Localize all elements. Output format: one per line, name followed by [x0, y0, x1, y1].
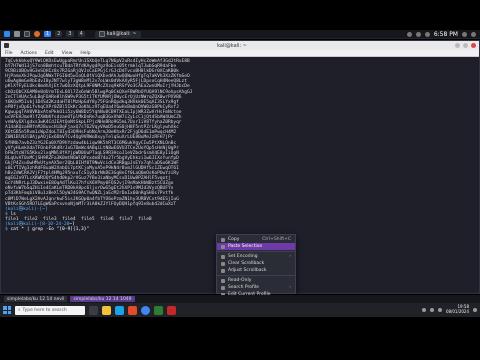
chrome-icon[interactable]: [141, 305, 150, 315]
host-vm-panel: simplelabs/ku 12 14 nevil simplelabs/ku …: [0, 295, 480, 303]
close-button[interactable]: [471, 43, 476, 48]
menu-edit[interactable]: Edit: [45, 51, 54, 56]
window-title: kali@kali: ~: [217, 42, 247, 49]
menu-separator: [217, 275, 295, 276]
search-icon: ⌕: [18, 308, 21, 313]
menu-item-paste-selection[interactable]: Paste Selection: [217, 243, 295, 250]
vm-task-2[interactable]: simplelabs/ku 12 14 1049: [70, 296, 135, 302]
menu-item-set-encoding[interactable]: Set Encoding ›: [217, 253, 295, 260]
menu-item-adjust-scrollback[interactable]: Adjust Scrollback: [217, 267, 295, 274]
windows-start-icon[interactable]: [3, 306, 11, 314]
task-label: kali@kali: ~: [106, 31, 137, 37]
workspace-4[interactable]: 4: [77, 31, 85, 37]
workspace-3[interactable]: 3: [66, 31, 74, 37]
notification-icon[interactable]: [473, 308, 477, 312]
taskbar-clock[interactable]: 19:58 08/01/2024: [446, 305, 469, 314]
browser-launcher-icon[interactable]: [34, 31, 40, 37]
menu-item-read-only[interactable]: Read-Only: [217, 277, 295, 284]
chevron-right-icon: ›: [289, 254, 291, 259]
taskbar-date: 08/01/2024: [445, 309, 469, 314]
office-icon[interactable]: [128, 305, 137, 315]
paste-icon: [221, 244, 225, 249]
lock-icon[interactable]: [462, 31, 467, 37]
task-view-icon[interactable]: [89, 305, 98, 315]
recording-app-icon[interactable]: [167, 305, 176, 315]
maximize-button[interactable]: [463, 43, 468, 48]
network-icon[interactable]: [429, 308, 434, 312]
workspace-2[interactable]: 2: [55, 31, 63, 37]
taskbar-search-box[interactable]: ⌕ Type here to search: [15, 305, 85, 315]
taskbar-terminal-task[interactable]: kali@kali: ~: [94, 30, 141, 38]
vm-task-1[interactable]: simplelabs/ku 12 14 nevil: [4, 296, 68, 302]
tray-chevron-icon[interactable]: [421, 308, 426, 312]
windows-taskbar: ⌕ Type here to search 19:58 08/01/2024: [0, 303, 480, 317]
terminal-menubar: File Actions Edit View Help: [1, 50, 479, 57]
adjust-icon: [221, 268, 225, 273]
vmware-icon[interactable]: [154, 305, 163, 315]
volume-icon[interactable]: [415, 31, 421, 37]
menu-item-label: Search Profile: [228, 285, 259, 290]
base64-output: 7qCvkkbkuQY9WiOKDsEwUgpaRmrUn1SXbQeTLq7N…: [5, 59, 475, 207]
minimize-button[interactable]: [455, 43, 460, 48]
terminal-context-menu: Copy Ctrl+Shift+C Paste Selection Set En…: [216, 234, 296, 297]
menu-item-copy[interactable]: Copy Ctrl+Shift+C: [217, 236, 295, 243]
search-placeholder: Type here to search: [22, 307, 67, 313]
chevron-right-icon: ›: [289, 285, 291, 290]
network-icon[interactable]: [406, 31, 412, 37]
edge-browser-icon[interactable]: [115, 305, 124, 315]
encoding-icon: [221, 254, 225, 259]
notification-icon[interactable]: [424, 31, 430, 37]
menu-item-clear-scrollback[interactable]: Clear Scrollback: [217, 260, 295, 267]
video-letterbox-top: [0, 0, 480, 30]
terminal-launcher-icon[interactable]: [24, 31, 30, 37]
clear-icon: [221, 261, 225, 266]
menu-item-label: Clear Scrollback: [228, 261, 265, 266]
menu-file[interactable]: File: [5, 51, 13, 56]
menu-item-label: Read-Only: [228, 278, 252, 283]
menu-help[interactable]: Help: [80, 51, 90, 56]
power-icon[interactable]: [471, 31, 476, 37]
panel-clock[interactable]: 6:58 PM: [434, 31, 458, 38]
copy-icon: [221, 237, 225, 242]
menu-item-label: Adjust Scrollback: [228, 268, 267, 273]
workspace-1[interactable]: 1: [44, 31, 52, 37]
menu-item-label: Copy: [228, 237, 240, 242]
menu-item-search-profile[interactable]: Search Profile ›: [217, 284, 295, 291]
file-manager-icon[interactable]: [14, 31, 20, 37]
command-text: cat * | grep -Eo "[0-9]{1,3}": [10, 227, 90, 233]
menu-item-shortcut: Ctrl+Shift+C: [262, 237, 291, 242]
volume-icon[interactable]: [437, 308, 442, 312]
menu-separator: [217, 251, 295, 252]
menu-item-label: Set Encoding: [228, 254, 258, 259]
lock-icon: [221, 278, 225, 283]
kali-top-panel: 1 2 3 4 kali@kali: ~ 6:58 PM: [0, 30, 480, 39]
window-titlebar[interactable]: kali@kali: ~: [1, 41, 479, 50]
menu-item-label: Paste Selection: [228, 244, 263, 249]
command-line-2: $ cat * | grep -Eo "[0-9]{1,3}": [5, 227, 475, 232]
menu-view[interactable]: View: [62, 51, 73, 56]
profile-icon: [221, 285, 225, 290]
video-letterbox-bottom: [0, 330, 480, 360]
kali-menu-icon[interactable]: [4, 31, 10, 37]
menu-actions[interactable]: Actions: [21, 51, 37, 56]
terminal-icon: [98, 31, 105, 37]
file-explorer-icon[interactable]: [102, 305, 111, 315]
prompt-symbol: $: [5, 227, 8, 233]
